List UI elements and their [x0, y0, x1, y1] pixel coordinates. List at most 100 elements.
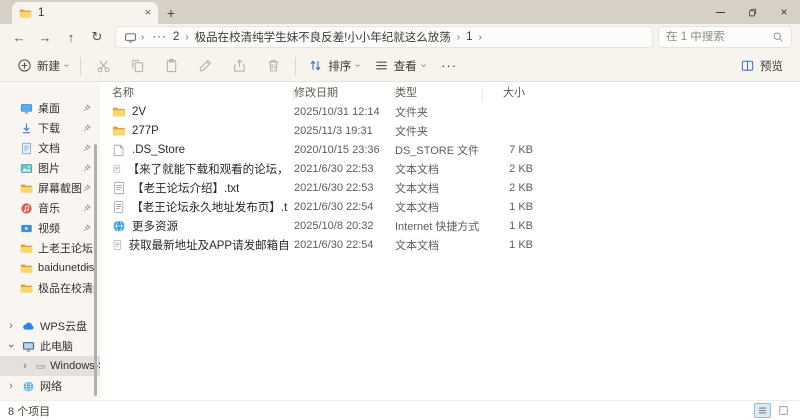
paste-button[interactable] [154, 53, 188, 79]
sidebar-item-pinned-folder[interactable]: 极品在校清纯 [0, 278, 100, 298]
address-bar[interactable]: › ··· 2 › 极品在校清纯学生妹不良反差!小小年纪就这么放荡 › 1 › [115, 26, 653, 48]
sidebar-item-desktop[interactable]: 桌面 [0, 98, 100, 118]
view-button[interactable]: 查看 › [367, 53, 432, 79]
sidebar-item-windows-ssd[interactable]: › Windows-SSD [0, 356, 100, 376]
view-button-label: 查看 [393, 60, 417, 73]
sidebar-item-label: 此电脑 [40, 341, 73, 353]
sidebar-item-screenshots[interactable]: 屏幕截图 [0, 178, 100, 198]
forward-button[interactable]: → [32, 26, 58, 48]
table-row[interactable]: 【老王论坛永久地址发布页】.txt 2021/6/30 22:54 文本文档 1… [100, 197, 800, 216]
preview-button[interactable]: 预览 [733, 53, 790, 79]
chevron-right-icon[interactable]: › [20, 360, 30, 372]
thumbnail-view-toggle[interactable] [775, 403, 792, 418]
pin-icon [83, 104, 91, 112]
item-count: 8 个项目 [8, 405, 51, 418]
minimize-icon [715, 11, 725, 13]
content-area: 桌面 下载 文档 图片 屏幕截图 音乐 视频 上老王论坛 baidunetdis… [0, 82, 800, 400]
cut-icon [97, 60, 110, 73]
folder-icon [20, 243, 33, 253]
chevron-down-icon: › [352, 63, 364, 68]
sidebar-scrollbar[interactable] [94, 144, 97, 396]
more-options-button[interactable]: ··· [432, 53, 466, 79]
sidebar-item-this-pc[interactable]: › 此电脑 [0, 336, 100, 356]
details-view-toggle[interactable] [754, 403, 771, 418]
breadcrumb-chevron-icon: › [141, 31, 145, 43]
breadcrumb-chevron-icon: › [185, 31, 189, 43]
restore-button[interactable] [736, 0, 768, 24]
delete-button[interactable] [256, 53, 290, 79]
document-icon [22, 142, 31, 154]
file-name: 【老王论坛永久地址发布页】.txt [131, 201, 288, 214]
breadcrumb-chevron-icon: › [478, 31, 482, 43]
share-button[interactable] [222, 53, 256, 79]
video-icon [21, 224, 32, 232]
column-header-type[interactable]: 类型 [395, 87, 483, 100]
delete-icon [268, 60, 279, 72]
breadcrumb-item[interactable]: 2 [171, 31, 181, 43]
sidebar-item-pinned-folder[interactable]: baidunetdisl [0, 258, 100, 278]
chevron-down-icon: › [417, 63, 429, 68]
table-row[interactable]: 更多资源 2025/10/8 20:32 Internet 快捷方式 1 KB [100, 216, 800, 235]
navigation-pane: 桌面 下载 文档 图片 屏幕截图 音乐 视频 上老王论坛 baidunetdis… [0, 82, 100, 400]
file-date: 2021/6/30 22:53 [294, 162, 374, 175]
column-header-date[interactable]: 修改日期 [294, 87, 395, 100]
chevron-down-icon[interactable]: › [5, 341, 17, 351]
new-tab-button[interactable]: + [158, 2, 184, 24]
table-row[interactable]: .DS_Store 2020/10/15 23:36 DS_STORE 文件 7… [100, 140, 800, 159]
sort-button-label: 排序 [328, 60, 352, 73]
file-type: Internet 快捷方式 [395, 220, 480, 233]
table-row[interactable]: 2V 2025/10/31 12:14 文件夹 [100, 102, 800, 121]
sort-button[interactable]: 排序 › [301, 53, 366, 79]
search-box [658, 26, 792, 48]
table-row[interactable]: 获取最新地址及APP请发邮箱自动获取.txt 2021/6/30 22:54 文… [100, 235, 800, 254]
chevron-right-icon[interactable]: › [6, 320, 16, 332]
view-toggles [754, 403, 792, 418]
explorer-tab[interactable]: 1 × [12, 2, 158, 24]
paste-icon [166, 58, 177, 73]
details-view-icon [759, 407, 766, 414]
folder-icon [19, 8, 32, 18]
sidebar-item-label: 音乐 [38, 203, 60, 215]
tab-close-icon[interactable]: × [145, 7, 151, 19]
desktop-monitor-icon [20, 103, 33, 113]
table-row[interactable]: 【来了就能下载和观看的论坛，纯免费！】.txt 2021/6/30 22:53 … [100, 159, 800, 178]
preview-pane-icon [741, 60, 754, 71]
sidebar-item-videos[interactable]: 视频 [0, 218, 100, 238]
refresh-button[interactable]: ↻ [84, 26, 110, 48]
up-button[interactable]: ↑ [58, 26, 84, 48]
pin-icon [83, 204, 91, 212]
internet-shortcut-icon [113, 219, 125, 232]
column-header-size[interactable]: 大小 [483, 87, 533, 100]
file-name: 277P [132, 124, 159, 137]
close-button[interactable]: × [768, 0, 800, 24]
sidebar-item-label: Windows-SSD [50, 360, 100, 372]
sidebar-item-documents[interactable]: 文档 [0, 138, 100, 158]
sidebar-item-music[interactable]: 音乐 [0, 198, 100, 218]
sidebar-item-pinned-folder[interactable]: 上老王论坛当 [0, 238, 100, 258]
sidebar-item-wps-cloud[interactable]: › WPS云盘 [0, 316, 100, 336]
breadcrumb-item[interactable]: 极品在校清纯学生妹不良反差!小小年纪就这么放荡 [193, 29, 453, 45]
sidebar-item-downloads[interactable]: 下载 [0, 118, 100, 138]
minimize-button[interactable] [704, 0, 736, 24]
file-list-panel: 名称 修改日期 类型 大小 2V 2025/10/31 12:14 文件夹 27… [100, 82, 800, 400]
pin-icon [83, 164, 91, 172]
toolbar-divider [295, 56, 297, 75]
cut-button[interactable] [86, 53, 120, 79]
search-input[interactable] [666, 31, 772, 43]
new-button[interactable]: 新建 › [10, 53, 75, 79]
rename-button[interactable] [188, 53, 222, 79]
table-row[interactable]: 277P 2025/11/3 19:31 文件夹 [100, 121, 800, 140]
breadcrumb-ellipsis[interactable]: ··· [148, 31, 171, 43]
chevron-down-icon: › [61, 63, 73, 68]
sidebar-item-pictures[interactable]: 图片 [0, 158, 100, 178]
music-icon [21, 202, 32, 214]
file-size: 1 KB [509, 219, 533, 232]
back-button[interactable]: ← [6, 26, 32, 48]
copy-button[interactable] [120, 53, 154, 79]
column-header-name[interactable]: 名称 [112, 87, 294, 100]
drive-icon [36, 364, 45, 369]
breadcrumb-item[interactable]: 1 [464, 31, 474, 43]
sidebar-item-network[interactable]: › 网络 [0, 376, 100, 396]
chevron-right-icon[interactable]: › [6, 380, 16, 392]
table-row[interactable]: 【老王论坛介绍】.txt 2021/6/30 22:53 文本文档 2 KB [100, 178, 800, 197]
